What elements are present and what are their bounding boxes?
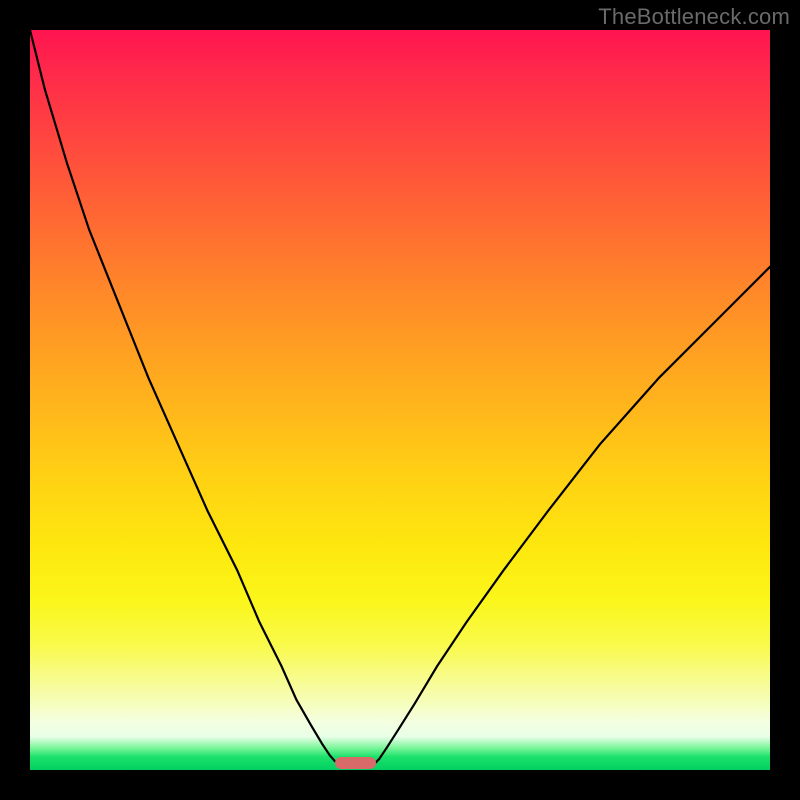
curve-right: [374, 267, 770, 764]
chart-frame: TheBottleneck.com: [0, 0, 800, 800]
bottleneck-marker: [335, 757, 376, 769]
plot-area: [30, 30, 770, 770]
curve-left: [30, 30, 339, 764]
curve-layer: [30, 30, 770, 770]
watermark-text: TheBottleneck.com: [598, 4, 790, 30]
